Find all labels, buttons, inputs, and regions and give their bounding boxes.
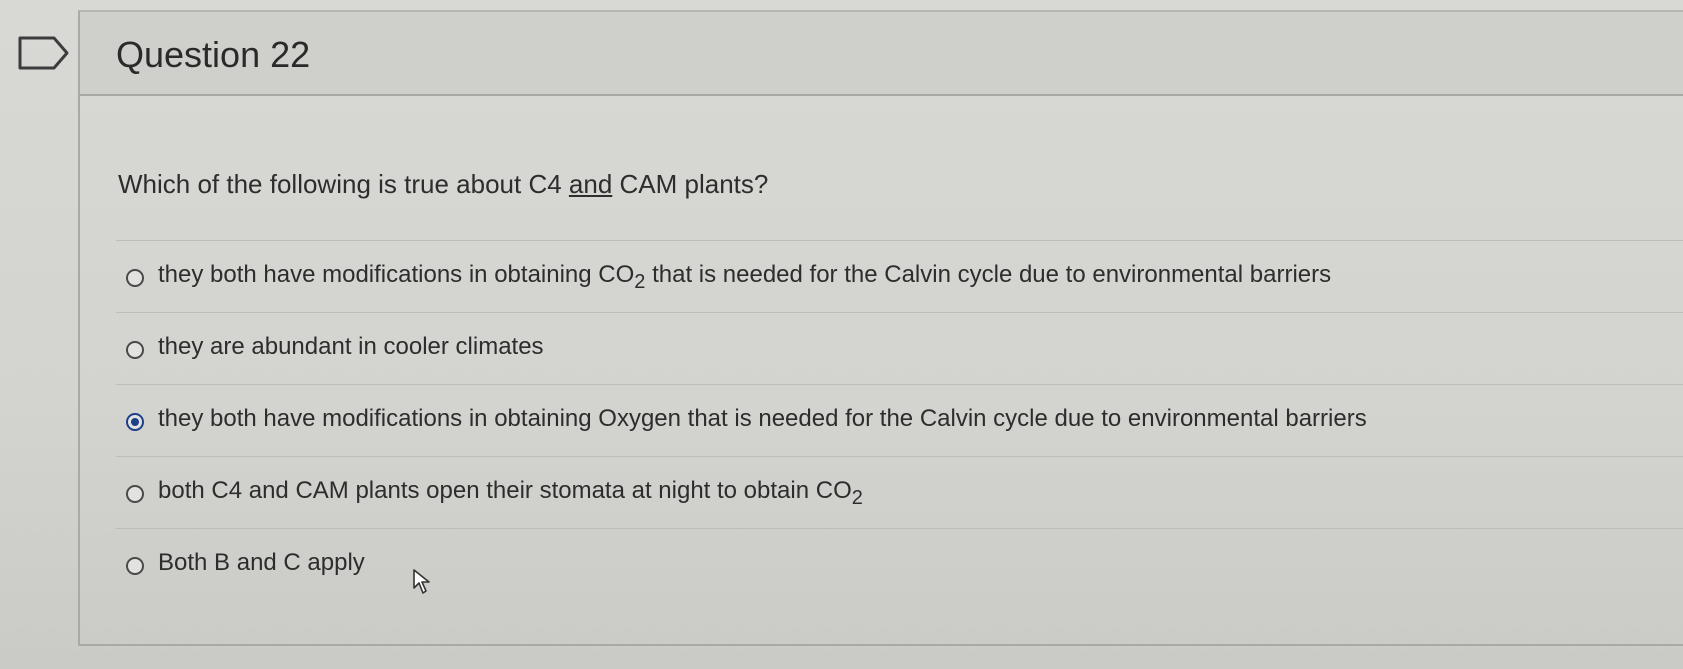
- flag-outline-icon[interactable]: [14, 36, 70, 70]
- radio-button[interactable]: [126, 485, 144, 503]
- radio-button-selected[interactable]: [126, 413, 144, 431]
- answer-option-d[interactable]: both C4 and CAM plants open their stomat…: [116, 456, 1683, 528]
- mouse-pointer-icon: [413, 569, 430, 594]
- question-prompt: Which of the following is true about C4 …: [118, 169, 768, 200]
- question-prompt-end: CAM plants?: [612, 169, 769, 199]
- answer-option-a[interactable]: they both have modifications in obtainin…: [116, 240, 1683, 312]
- answer-option-c[interactable]: they both have modifications in obtainin…: [116, 384, 1683, 456]
- question-body: Which of the following is true about C4 …: [80, 96, 1683, 646]
- question-prompt-start: Which of the following is true about C4: [118, 169, 569, 199]
- answer-label[interactable]: they are abundant in cooler climates: [158, 333, 544, 361]
- radio-button[interactable]: [126, 269, 144, 287]
- answer-list: they both have modifications in obtainin…: [116, 240, 1683, 600]
- question-title: Question 22: [116, 34, 311, 75]
- radio-button[interactable]: [126, 341, 144, 359]
- answer-option-e[interactable]: Both B and C apply: [116, 528, 1683, 600]
- question-card: Question 22 Which of the following is tr…: [78, 10, 1683, 646]
- answer-label[interactable]: they both have modifications in obtainin…: [158, 261, 1331, 294]
- question-prompt-underlined: and: [568, 169, 613, 199]
- answer-label[interactable]: Both B and C apply: [158, 549, 365, 577]
- radio-button[interactable]: [126, 557, 144, 575]
- answer-option-b[interactable]: they are abundant in cooler climates: [116, 312, 1683, 384]
- answer-label[interactable]: they both have modifications in obtainin…: [158, 405, 1367, 433]
- question-header: Question 22: [80, 12, 1683, 96]
- answer-label[interactable]: both C4 and CAM plants open their stomat…: [158, 477, 863, 510]
